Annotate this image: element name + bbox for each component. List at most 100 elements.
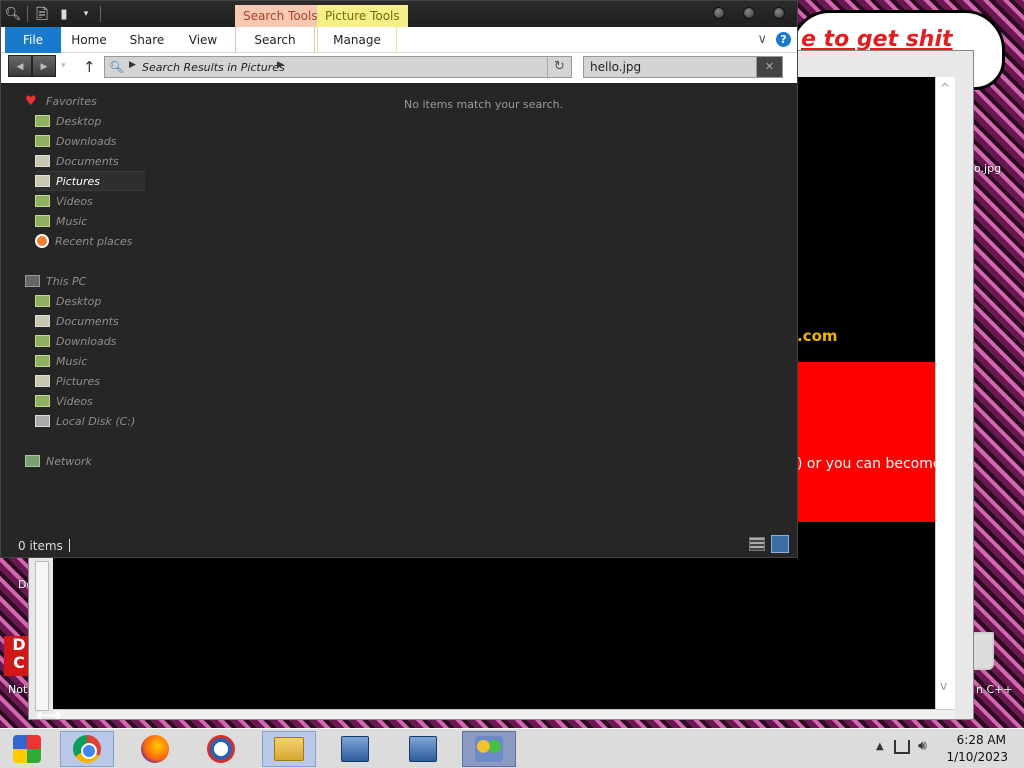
documents-icon — [35, 315, 50, 327]
show-hidden-icons-icon[interactable]: ▲ — [876, 741, 884, 752]
red-banner: ) or you can become — [797, 362, 943, 522]
clear-search-icon[interactable]: ✕ — [756, 57, 782, 77]
refresh-icon[interactable]: ↻ — [547, 57, 571, 77]
documents-icon — [35, 155, 50, 167]
empty-results-message: No items match your search. — [404, 98, 564, 111]
nav-pc-videos[interactable]: Videos — [35, 391, 155, 411]
search-query[interactable]: hello.jpg — [590, 60, 641, 74]
tab-share[interactable]: Share — [119, 27, 175, 53]
nav-label: This PC — [46, 274, 87, 288]
nav-pc-desktop[interactable]: Desktop — [35, 291, 155, 311]
nav-pc-downloads[interactable]: Downloads — [35, 331, 155, 351]
taskbar-obama[interactable] — [194, 731, 248, 767]
clock-time[interactable]: 6:28 AM — [957, 733, 1006, 747]
desktop-icon — [35, 115, 50, 127]
nav-label: Desktop — [56, 294, 102, 308]
desktop-icon-label[interactable]: o.jpg — [974, 162, 1001, 175]
ribbon-tabs: File Home Share View Search Manage ∨ ? — [1, 27, 797, 53]
close-button[interactable] — [773, 7, 785, 19]
address-bar-row: ◀ ▶ ▾ ↑ 🔍︎ ▶ Search Results in Pictures … — [1, 53, 797, 83]
nav-fav-pictures[interactable]: Pictures — [35, 171, 145, 191]
chrome-icon — [73, 735, 101, 763]
expand-ribbon-icon[interactable]: ∨ — [757, 32, 767, 47]
horizontal-scrollbar[interactable] — [35, 561, 49, 711]
nav-pc-documents[interactable]: Documents — [35, 311, 155, 331]
people-icon — [475, 736, 503, 762]
taskbar-firefox[interactable] — [128, 731, 182, 767]
resize-cursor-icon: ⟷ — [36, 705, 62, 726]
network-status-icon[interactable] — [894, 740, 910, 754]
tab-search[interactable]: Search — [235, 27, 315, 53]
nav-pc-music[interactable]: Music — [35, 351, 155, 371]
taskbar-network-pc[interactable] — [328, 731, 382, 767]
downloads-icon — [35, 335, 50, 347]
tab-manage[interactable]: Manage — [317, 27, 397, 53]
videos-icon — [35, 195, 50, 207]
bubble-text: e to get shit — [801, 27, 953, 52]
tab-home[interactable]: Home — [63, 27, 115, 53]
desktop-icon — [35, 295, 50, 307]
up-icon[interactable]: ↑ — [83, 58, 96, 76]
search-icon[interactable]: 🔍︎ — [5, 6, 22, 22]
favorites-icon: ♥ — [25, 93, 37, 109]
nav-label: Music — [56, 354, 88, 368]
volume-icon[interactable]: 🔊︎ — [918, 738, 927, 754]
address-field[interactable]: 🔍︎ ▶ Search Results in Pictures ▶ ↻ — [104, 56, 572, 78]
title-bar[interactable]: 🔍︎ 📄︎ ▮ ▾ Search Tools Picture Tools — [1, 1, 797, 29]
nav-fav-recent-places[interactable]: Recent places — [35, 231, 155, 251]
search-tools-context: Search Tools — [235, 5, 326, 27]
nav-label: Videos — [56, 194, 93, 208]
taskbar-file-explorer[interactable] — [262, 731, 316, 767]
vertical-scrollbar[interactable]: ^ v — [935, 77, 955, 713]
taskbar-chrome[interactable] — [60, 731, 114, 767]
clock-date[interactable]: 1/10/2023 — [946, 750, 1008, 764]
nav-pc-pictures[interactable]: Pictures — [35, 371, 155, 391]
file-explorer-window[interactable]: 🔍︎ 📄︎ ▮ ▾ Search Tools Picture Tools Fil… — [0, 0, 798, 558]
forward-button[interactable]: ▶ — [32, 55, 56, 77]
properties-icon[interactable]: 📄︎ — [34, 6, 51, 22]
breadcrumb-arrow-icon[interactable]: ▶ — [277, 60, 284, 70]
status-bar: 0 items — [1, 533, 797, 557]
tab-file[interactable]: File — [5, 27, 61, 53]
downloads-icon — [35, 135, 50, 147]
breadcrumb-path[interactable]: Search Results in Pictures — [142, 61, 285, 74]
nav-fav-documents[interactable]: Documents — [35, 151, 155, 171]
details-view-icon[interactable] — [749, 537, 765, 551]
folder-icon — [274, 737, 304, 761]
large-icons-view-icon[interactable] — [771, 535, 789, 553]
taskbar-people[interactable] — [462, 731, 516, 767]
scroll-up-icon[interactable]: ^ — [940, 81, 950, 95]
nav-label: Downloads — [56, 334, 117, 348]
nav-pc-local-disk[interactable]: Local Disk (C:) — [35, 411, 155, 431]
scroll-down-icon[interactable]: v — [940, 679, 947, 693]
text-cursor — [69, 539, 70, 552]
nav-fav-desktop[interactable]: Desktop — [35, 111, 155, 131]
start-button[interactable] — [0, 731, 54, 767]
new-folder-icon[interactable]: ▮ — [56, 6, 72, 22]
tab-view[interactable]: View — [177, 27, 229, 53]
back-button[interactable]: ◀ — [8, 55, 32, 77]
desktop-icon-label[interactable]: n C++ — [976, 683, 1013, 696]
breadcrumb-arrow-icon[interactable]: ▶ — [129, 60, 136, 70]
nav-fav-music[interactable]: Music — [35, 211, 155, 231]
hard-disk-icon — [35, 415, 50, 427]
obama-logo-icon — [207, 735, 235, 763]
nav-fav-videos[interactable]: Videos — [35, 191, 155, 211]
videos-icon — [35, 395, 50, 407]
recent-locations-icon[interactable]: ▾ — [61, 61, 66, 71]
nav-favorites[interactable]: ♥ Favorites — [25, 91, 145, 111]
network-icon — [25, 455, 40, 467]
browser-bottom-bar — [53, 709, 955, 719]
customize-dropdown-icon[interactable]: ▾ — [78, 6, 94, 22]
site-domain-text: .com — [797, 327, 838, 345]
desktop-icon-label[interactable]: Not — [8, 683, 27, 696]
nav-this-pc[interactable]: This PC — [25, 271, 145, 291]
nav-fav-downloads[interactable]: Downloads — [35, 131, 155, 151]
nav-network[interactable]: Network — [25, 451, 145, 471]
recent-places-icon — [35, 234, 49, 248]
help-icon[interactable]: ? — [776, 32, 791, 47]
search-input[interactable]: hello.jpg ✕ — [583, 56, 783, 78]
taskbar-network-pc-2[interactable] — [396, 731, 450, 767]
minimize-button[interactable] — [713, 7, 725, 19]
maximize-button[interactable] — [743, 7, 755, 19]
